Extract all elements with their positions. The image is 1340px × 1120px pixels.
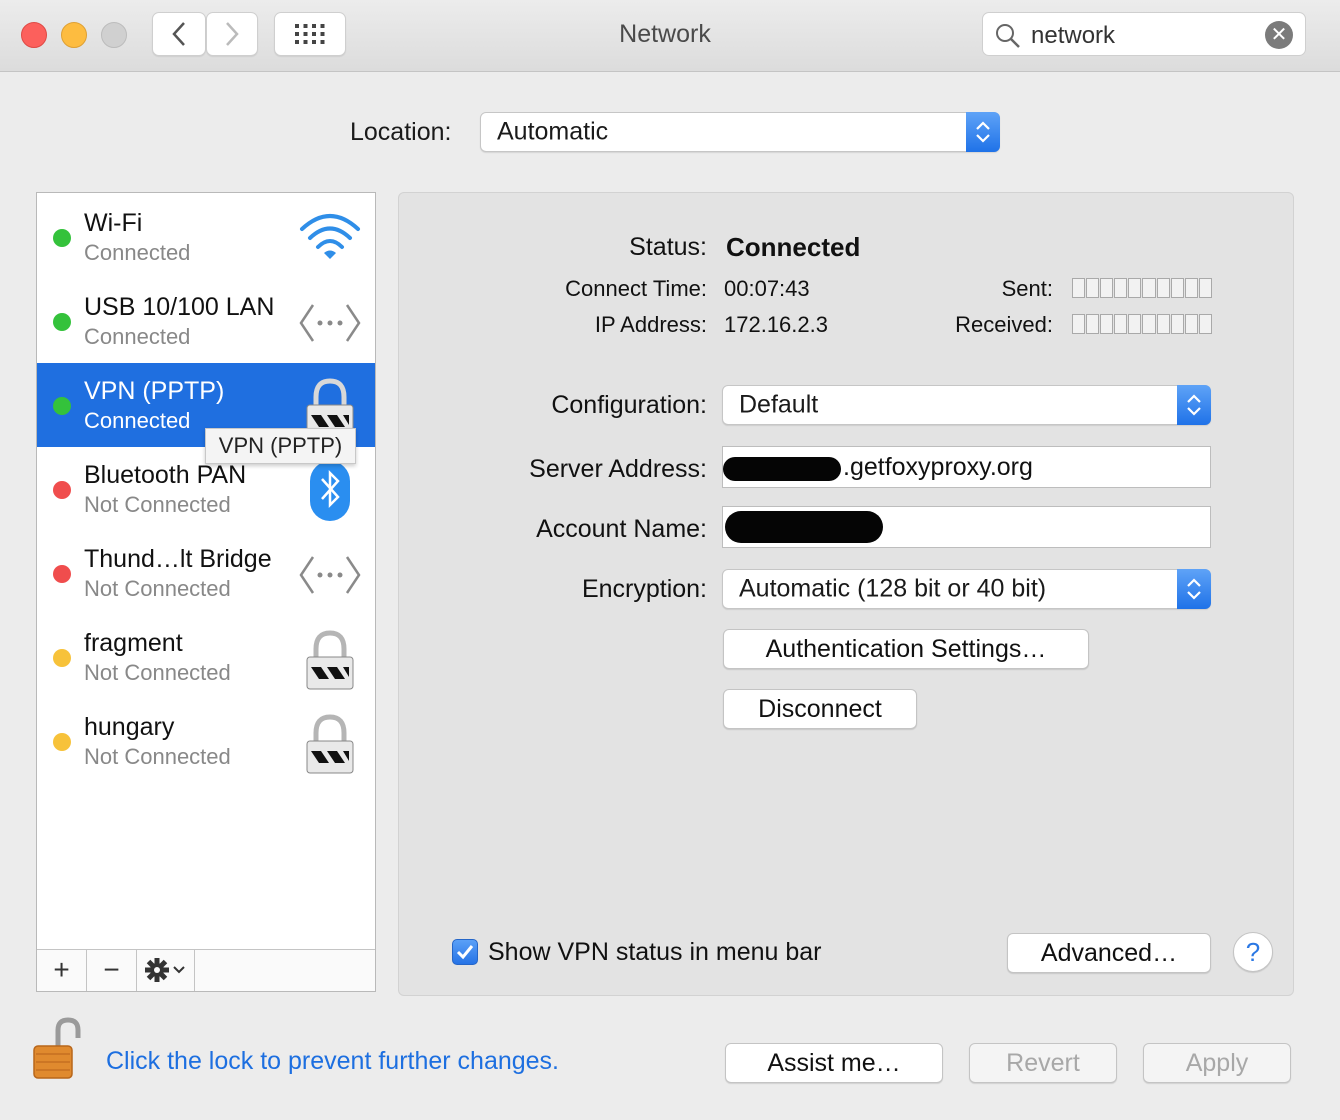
- close-window-button[interactable]: [21, 22, 47, 48]
- service-item-hungary[interactable]: hungary Not Connected: [37, 699, 375, 783]
- location-label: Location:: [350, 118, 452, 146]
- location-popup[interactable]: Automatic: [480, 112, 1000, 152]
- show-vpn-status-label: Show VPN status in menu bar: [488, 938, 822, 966]
- lock-message[interactable]: Click the lock to prevent further change…: [106, 1047, 559, 1076]
- service-status: Not Connected: [84, 660, 231, 685]
- status-dot: [53, 565, 71, 583]
- gear-icon: [144, 958, 185, 982]
- service-item-usb-lan[interactable]: USB 10/100 LAN Connected: [37, 279, 375, 363]
- service-list-toolbar: + −: [37, 949, 375, 991]
- status-dot: [53, 313, 71, 331]
- redaction-mark: [725, 511, 883, 543]
- show-all-button[interactable]: [274, 12, 346, 56]
- status-dot: [53, 397, 71, 415]
- assist-me-button[interactable]: Assist me…: [725, 1043, 943, 1083]
- service-name: VPN (PPTP): [84, 377, 225, 405]
- title-bar: Network network ✕: [0, 0, 1340, 72]
- configuration-popup[interactable]: Default: [722, 385, 1211, 425]
- vpn-lock-icon: [306, 630, 354, 690]
- encryption-value: Automatic (128 bit or 40 bit): [739, 574, 1047, 603]
- service-name: Wi-Fi: [84, 209, 143, 237]
- received-meter: [1072, 314, 1212, 334]
- service-status: Not Connected: [84, 744, 231, 769]
- account-name-input[interactable]: [722, 506, 1211, 548]
- search-field[interactable]: network ✕: [982, 12, 1306, 56]
- action-menu-button[interactable]: [137, 950, 195, 991]
- service-item-thunderbolt-bridge[interactable]: Thund…lt Bridge Not Connected: [37, 531, 375, 615]
- grid-icon: [295, 24, 325, 44]
- service-list: Wi-Fi Connected USB 10/100 LAN Connected…: [36, 192, 376, 992]
- apply-button[interactable]: Apply: [1143, 1043, 1291, 1083]
- service-status: Connected: [84, 408, 191, 433]
- ip-address-label: IP Address:: [594, 312, 707, 337]
- authentication-settings-button[interactable]: Authentication Settings…: [723, 629, 1089, 669]
- checkmark-icon: [456, 945, 474, 960]
- redaction-mark: [723, 457, 841, 481]
- clear-search-icon[interactable]: ✕: [1265, 21, 1293, 49]
- configuration-value: Default: [739, 390, 819, 419]
- advanced-button[interactable]: Advanced…: [1007, 933, 1211, 973]
- show-vpn-status-checkbox[interactable]: [452, 939, 478, 965]
- status-dot: [53, 481, 71, 499]
- window-title: Network: [619, 20, 711, 48]
- vpn-lock-icon: [306, 714, 354, 774]
- sent-meter: [1072, 278, 1212, 298]
- service-name: USB 10/100 LAN: [84, 293, 275, 321]
- service-status: Not Connected: [84, 576, 231, 601]
- ethernet-icon: [299, 556, 361, 594]
- sent-label: Sent:: [1001, 276, 1053, 301]
- status-dot: [53, 229, 71, 247]
- status-dot: [53, 733, 71, 751]
- encryption-label: Encryption:: [581, 575, 707, 603]
- chevron-right-icon: [226, 22, 239, 46]
- location-value: Automatic: [497, 117, 609, 146]
- status-dot: [53, 649, 71, 667]
- popup-arrows-icon: [1177, 569, 1211, 609]
- popup-arrows-icon: [966, 112, 1000, 152]
- service-item-wifi[interactable]: Wi-Fi Connected: [37, 195, 375, 279]
- service-name: Bluetooth PAN: [84, 461, 247, 489]
- help-button[interactable]: ?: [1233, 932, 1273, 972]
- revert-button[interactable]: Revert: [969, 1043, 1117, 1083]
- service-name: hungary: [84, 713, 175, 741]
- status-label: Status:: [629, 233, 707, 261]
- configuration-label: Configuration:: [551, 391, 707, 419]
- connect-time-label: Connect Time:: [565, 276, 707, 301]
- tooltip: VPN (PPTP): [205, 428, 356, 464]
- forward-button[interactable]: [206, 12, 258, 56]
- unlocked-lock-icon[interactable]: [30, 1016, 86, 1082]
- server-address-label: Server Address:: [529, 455, 707, 483]
- status-value: Connected: [726, 232, 861, 262]
- service-status: Not Connected: [84, 492, 231, 517]
- received-label: Received:: [955, 312, 1053, 337]
- ip-address-value: 172.16.2.3: [724, 312, 828, 337]
- zoom-window-button[interactable]: [101, 22, 127, 48]
- service-status: Connected: [84, 324, 191, 349]
- minimize-window-button[interactable]: [61, 22, 87, 48]
- add-service-button[interactable]: +: [37, 950, 87, 991]
- ethernet-icon: [299, 304, 361, 342]
- service-name: Thund…lt Bridge: [84, 545, 272, 573]
- account-name-label: Account Name:: [536, 515, 707, 543]
- server-address-input[interactable]: .getfoxyproxy.org: [722, 446, 1211, 488]
- search-icon: [996, 24, 1020, 48]
- chevron-left-icon: [172, 22, 185, 46]
- service-item-fragment[interactable]: fragment Not Connected: [37, 615, 375, 699]
- connect-time-value: 00:07:43: [724, 276, 810, 301]
- disconnect-button[interactable]: Disconnect: [723, 689, 917, 729]
- service-status: Connected: [84, 240, 191, 265]
- popup-arrows-icon: [1177, 385, 1211, 425]
- encryption-popup[interactable]: Automatic (128 bit or 40 bit): [722, 569, 1211, 609]
- remove-service-button[interactable]: −: [87, 950, 137, 991]
- search-input[interactable]: network: [1031, 22, 1115, 50]
- wifi-icon: [300, 214, 360, 259]
- back-button[interactable]: [152, 12, 206, 56]
- bluetooth-icon: [310, 461, 350, 521]
- service-name: fragment: [84, 629, 183, 657]
- server-address-value: .getfoxyproxy.org: [843, 453, 1033, 481]
